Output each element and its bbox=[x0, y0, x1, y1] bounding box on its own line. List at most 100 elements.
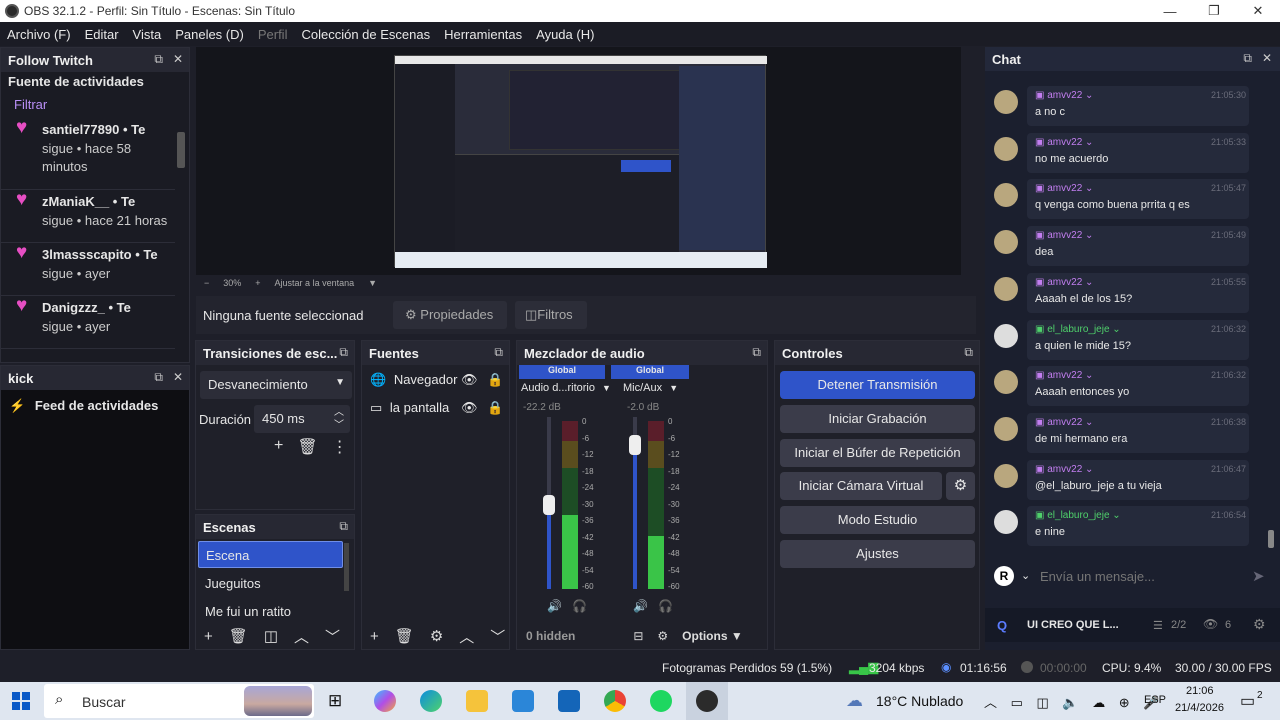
chevron-down-icon[interactable]: ▼ bbox=[368, 278, 377, 288]
virtual-camera-settings-icon[interactable]: ⚙ bbox=[946, 472, 975, 500]
preview-area[interactable] bbox=[196, 47, 961, 275]
send-icon[interactable]: ➤ bbox=[1252, 567, 1265, 585]
chat-username[interactable]: ▣ el_laburo_jeje ⌄ bbox=[1035, 510, 1121, 521]
scene-item[interactable]: Jueguitos bbox=[205, 576, 261, 591]
source-item[interactable]: 🌐 Navegador 👁 🔒 bbox=[370, 372, 508, 394]
chevron-down-icon[interactable]: ⌄ bbox=[1021, 569, 1030, 582]
clock-time[interactable]: 21:06 bbox=[1186, 685, 1214, 697]
replay-buffer-button[interactable]: Iniciar el Búfer de Repetición bbox=[780, 439, 975, 467]
menu-archivo[interactable]: Archivo (F) bbox=[7, 27, 71, 42]
weather-text[interactable]: 18°C Nublado bbox=[876, 693, 963, 709]
down-icon[interactable]: ﹀ bbox=[490, 626, 505, 647]
menu-coleccion[interactable]: Colección de Escenas bbox=[301, 27, 430, 42]
minimize-button[interactable]: — bbox=[1148, 0, 1192, 22]
eye-icon[interactable]: 👁 bbox=[461, 400, 478, 416]
menu-perfil[interactable]: Perfil bbox=[258, 27, 288, 42]
store-icon[interactable] bbox=[512, 690, 534, 712]
chrome-icon[interactable] bbox=[604, 690, 626, 712]
gear-icon[interactable]: ⚙ bbox=[430, 627, 443, 645]
stop-streaming-button[interactable]: Detener Transmisión bbox=[780, 371, 975, 399]
chat-message[interactable]: ▣ amvv22 ⌄ 21:06:32 Aaaah entonces yo bbox=[994, 366, 1256, 408]
headphones-icon[interactable]: 🎧 bbox=[572, 599, 587, 613]
chat-message[interactable]: ▣ amvv22 ⌄ 21:05:49 dea bbox=[994, 226, 1256, 268]
zoom-in-button[interactable]: + bbox=[255, 278, 260, 288]
menu-herramientas[interactable]: Herramientas bbox=[444, 27, 522, 42]
obs-icon[interactable] bbox=[696, 690, 718, 712]
fit-window-select[interactable]: Ajustar a la ventana bbox=[275, 278, 355, 288]
chat-username[interactable]: ▣ amvv22 ⌄ bbox=[1035, 417, 1093, 428]
menu-vista[interactable]: Vista bbox=[133, 27, 162, 42]
float-icon[interactable]: ⧉ bbox=[339, 345, 348, 360]
float-icon[interactable]: ⧉ bbox=[154, 52, 163, 67]
close-icon[interactable]: ✕ bbox=[173, 370, 183, 385]
notification-icon[interactable]: ▭ bbox=[1240, 691, 1255, 711]
add-icon[interactable]: + bbox=[274, 437, 283, 459]
chat-message[interactable]: ▣ amvv22 ⌄ 21:05:55 Aaaah el de los 15? bbox=[994, 272, 1256, 315]
channel-name[interactable]: Audio d...ritorio ▼ bbox=[521, 382, 621, 394]
chat-message[interactable]: ▣ amvv22 ⌄ 21:05:33 no me acuerdo bbox=[994, 132, 1256, 175]
follow-item[interactable]: ♥ zManiaK__ • Te sigue • hace 21 horas bbox=[1, 190, 175, 243]
volume-fader[interactable] bbox=[543, 417, 555, 589]
layout-icon[interactable]: ⊟ bbox=[633, 629, 643, 643]
speaker-icon[interactable]: 🔊 bbox=[547, 599, 562, 613]
chat-scrollbar[interactable] bbox=[1268, 530, 1274, 548]
fader-knob[interactable] bbox=[543, 495, 555, 515]
float-icon[interactable]: ⧉ bbox=[154, 370, 163, 385]
file-explorer-icon[interactable] bbox=[466, 690, 488, 712]
float-icon[interactable]: ⧉ bbox=[1243, 51, 1252, 66]
settings-button[interactable]: Ajustes bbox=[780, 540, 975, 568]
zoom-out-button[interactable]: − bbox=[204, 278, 209, 288]
scrollbar[interactable] bbox=[177, 132, 185, 168]
up-icon[interactable]: ︿ bbox=[294, 626, 309, 647]
chat-message[interactable]: ▣ amvv22 ⌄ 21:06:38 de mi hermano era bbox=[994, 412, 1256, 455]
volume-fader[interactable] bbox=[629, 417, 641, 589]
start-recording-button[interactable]: Iniciar Grabación bbox=[780, 405, 975, 433]
close-icon[interactable]: ✕ bbox=[173, 52, 183, 67]
properties-button[interactable]: ⚙ Propiedades bbox=[393, 301, 507, 329]
chat-user-avatar[interactable]: R bbox=[994, 566, 1014, 586]
chat-username[interactable]: ▣ amvv22 ⌄ bbox=[1035, 90, 1093, 101]
transition-select[interactable]: Desvanecimiento ▼ bbox=[200, 371, 352, 399]
close-button[interactable]: ✕ bbox=[1236, 0, 1280, 22]
task-view-icon[interactable]: ⊞ bbox=[328, 691, 342, 711]
menu-editar[interactable]: Editar bbox=[85, 27, 119, 42]
kick-feed[interactable]: ⚡ Feed de actividades bbox=[1, 390, 189, 422]
float-icon[interactable]: ⧉ bbox=[339, 519, 348, 534]
speaker-icon[interactable]: 🔊 bbox=[633, 599, 648, 613]
chat-username[interactable]: ▣ amvv22 ⌄ bbox=[1035, 464, 1093, 475]
clock-date[interactable]: 21/4/2026 bbox=[1175, 702, 1224, 714]
options-button[interactable]: Options ▼ bbox=[682, 629, 743, 643]
language[interactable]: ESP bbox=[1144, 694, 1166, 706]
menu-paneles[interactable]: Paneles (D) bbox=[175, 27, 244, 42]
filter-icon[interactable]: ◫ bbox=[264, 627, 278, 645]
lock-icon[interactable]: 🔒 bbox=[487, 400, 503, 416]
follow-item[interactable]: ♥ Danigzzz_ • Te sigue • ayer bbox=[1, 296, 175, 349]
windows-start-icon[interactable] bbox=[12, 692, 30, 710]
chat-message[interactable]: ▣ el_laburo_jeje ⌄ 21:06:32 a quien le mid… bbox=[994, 319, 1256, 362]
trash-icon[interactable]: 🗑 bbox=[229, 627, 248, 645]
filters-button[interactable]: ◫Filtros bbox=[515, 301, 587, 329]
float-icon[interactable]: ⧉ bbox=[964, 345, 973, 360]
follow-item[interactable]: ♥ santiel77890 • Te sigue • hace 58 minutos bbox=[1, 118, 175, 190]
gear-icon[interactable]: ⚙ bbox=[1253, 616, 1266, 633]
chat-username[interactable]: ▣ amvv22 ⌄ bbox=[1035, 183, 1093, 194]
stepper-icon[interactable]: ︿ ﹀ bbox=[334, 406, 344, 432]
lock-icon[interactable]: 🔒 bbox=[487, 372, 503, 388]
filter-link[interactable]: Filtrar bbox=[1, 91, 189, 118]
scene-item[interactable]: Me fui un ratito bbox=[205, 604, 291, 619]
chat-username[interactable]: ▣ amvv22 ⌄ bbox=[1035, 277, 1093, 288]
mixer-gear-icon[interactable]: ⚙ bbox=[657, 629, 668, 643]
maximize-button[interactable]: ❐ bbox=[1192, 0, 1236, 22]
chat-username[interactable]: ▣ amvv22 ⌄ bbox=[1035, 137, 1093, 148]
menu-ayuda[interactable]: Ayuda (H) bbox=[536, 27, 594, 42]
follow-item[interactable]: ♥ 3lmassscapito • Te sigue • ayer bbox=[1, 243, 175, 296]
chat-username[interactable]: ▣ amvv22 ⌄ bbox=[1035, 230, 1093, 241]
edge-icon[interactable] bbox=[420, 690, 442, 712]
virtual-camera-button[interactable]: Iniciar Cámara Virtual bbox=[780, 472, 942, 500]
studio-mode-button[interactable]: Modo Estudio bbox=[780, 506, 975, 534]
taskbar-search[interactable]: ⌕ Buscar bbox=[44, 684, 314, 718]
float-icon[interactable]: ⧉ bbox=[752, 345, 761, 360]
chat-message[interactable]: ▣ amvv22 ⌄ 21:05:30 a no c bbox=[994, 86, 1256, 128]
chat-username[interactable]: ▣ el_laburo_jeje ⌄ bbox=[1035, 324, 1121, 335]
fader-knob[interactable] bbox=[629, 435, 641, 455]
